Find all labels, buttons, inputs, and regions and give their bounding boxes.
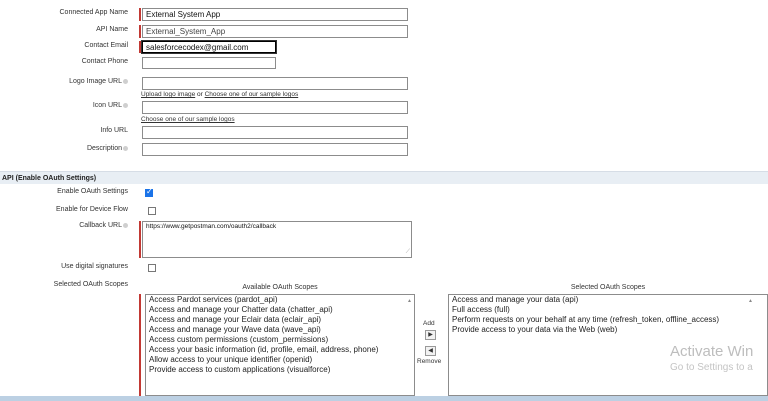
callback-url-textarea[interactable]: https://www.getpostman.com/oauth2/callba… [142, 221, 412, 258]
description-input[interactable] [142, 143, 408, 156]
list-item[interactable]: Provide access to your data via the Web … [449, 325, 767, 335]
add-label: Add [423, 320, 435, 327]
bottom-bar [0, 396, 768, 401]
list-item[interactable]: Provide access to custom applications (v… [146, 365, 414, 375]
description-label: Description [0, 145, 128, 152]
list-item[interactable]: Access your basic information (id, profi… [146, 345, 414, 355]
list-item[interactable]: Full access (full) [449, 305, 767, 315]
digital-signatures-label: Use digital signatures [61, 263, 128, 270]
required-marker [139, 221, 141, 258]
icon-url-label-text: Icon URL [92, 102, 122, 109]
connected-app-name-label: Connected App Name [59, 9, 129, 16]
icon-url-label: Icon URL [0, 102, 128, 109]
list-item[interactable]: Allow access to your unique identifier (… [146, 355, 414, 365]
list-item[interactable]: Access custom permissions (custom_permis… [146, 335, 414, 345]
callback-url-value: https://www.getpostman.com/oauth2/callba… [146, 223, 277, 230]
remove-label: Remove [417, 358, 442, 365]
required-marker [139, 25, 141, 38]
list-item[interactable]: Access and manage your Wave data (wave_a… [146, 325, 414, 335]
activate-windows-watermark: Activate Win [670, 343, 754, 360]
available-scopes-list[interactable]: Access Pardot services (pardot_api) Acce… [145, 294, 415, 396]
selected-scopes-label: Selected OAuth Scopes [53, 281, 128, 288]
list-item[interactable]: Access and manage your Eclair data (ecla… [146, 315, 414, 325]
callback-url-label: Callback URL [0, 222, 128, 229]
info-url-input[interactable] [142, 126, 408, 139]
device-flow-checkbox[interactable] [148, 207, 156, 215]
upload-logo-link[interactable]: Upload logo image [141, 91, 195, 98]
oauth-section-title: API (Enable OAuth Settings) [2, 175, 97, 182]
or-text: or [197, 91, 203, 98]
activate-windows-subtext: Go to Settings to a [670, 362, 753, 373]
required-marker [139, 41, 141, 53]
connected-app-name-input[interactable]: External System App [142, 8, 408, 21]
api-name-input[interactable]: External_System_App [142, 25, 408, 38]
logo-links: Upload logo image or Choose one of our s… [141, 91, 298, 98]
device-flow-label: Enable for Device Flow [56, 206, 128, 213]
api-name-label: API Name [96, 26, 128, 33]
scroll-up-icon[interactable]: ▲ [748, 298, 753, 304]
oauth-section-header: API (Enable OAuth Settings) [0, 171, 768, 184]
list-item[interactable]: Access and manage your Chatter data (cha… [146, 305, 414, 315]
info-icon[interactable] [123, 145, 128, 151]
required-marker [139, 294, 141, 396]
enable-oauth-label: Enable OAuth Settings [57, 188, 128, 195]
info-icon[interactable] [123, 78, 128, 84]
contact-email-label: Contact Email [84, 42, 128, 49]
icon-url-input[interactable] [142, 101, 408, 114]
remove-button[interactable]: ◀ [425, 346, 436, 356]
arrow-right-icon: ▶ [428, 332, 433, 338]
list-item[interactable]: Access Pardot services (pardot_api) [146, 295, 414, 305]
logo-image-url-label: Logo Image URL [0, 78, 128, 85]
choose-sample-logo-link[interactable]: Choose one of our sample logos [205, 91, 299, 98]
arrow-left-icon: ◀ [428, 348, 433, 354]
scroll-up-icon[interactable]: ▲ [407, 298, 412, 304]
required-marker [139, 8, 141, 21]
contact-phone-label: Contact Phone [81, 58, 128, 65]
logo-image-url-input[interactable] [142, 77, 408, 90]
enable-oauth-checkbox[interactable] [145, 187, 153, 197]
list-item[interactable]: Access and manage your data (api) [449, 295, 767, 305]
info-url-label: Info URL [100, 127, 128, 134]
resize-handle-icon[interactable]: ⟋ [406, 249, 410, 256]
info-icon[interactable] [123, 222, 128, 228]
logo-image-url-label-text: Logo Image URL [69, 78, 122, 85]
list-item[interactable]: Perform requests on your behalf at any t… [449, 315, 767, 325]
contact-email-input[interactable]: salesforcecodex@gmail.com [142, 41, 276, 53]
contact-phone-input[interactable] [142, 57, 276, 69]
digital-signatures-checkbox[interactable] [148, 264, 156, 272]
add-button[interactable]: ▶ [425, 330, 436, 340]
callback-url-label-text: Callback URL [79, 222, 122, 229]
info-icon[interactable] [123, 102, 128, 108]
available-scopes-heading: Available OAuth Scopes [242, 284, 318, 291]
choose-sample-icon-link[interactable]: Choose one of our sample logos [141, 116, 235, 123]
description-label-text: Description [86, 145, 122, 152]
selected-scopes-heading: Selected OAuth Scopes [570, 284, 646, 291]
